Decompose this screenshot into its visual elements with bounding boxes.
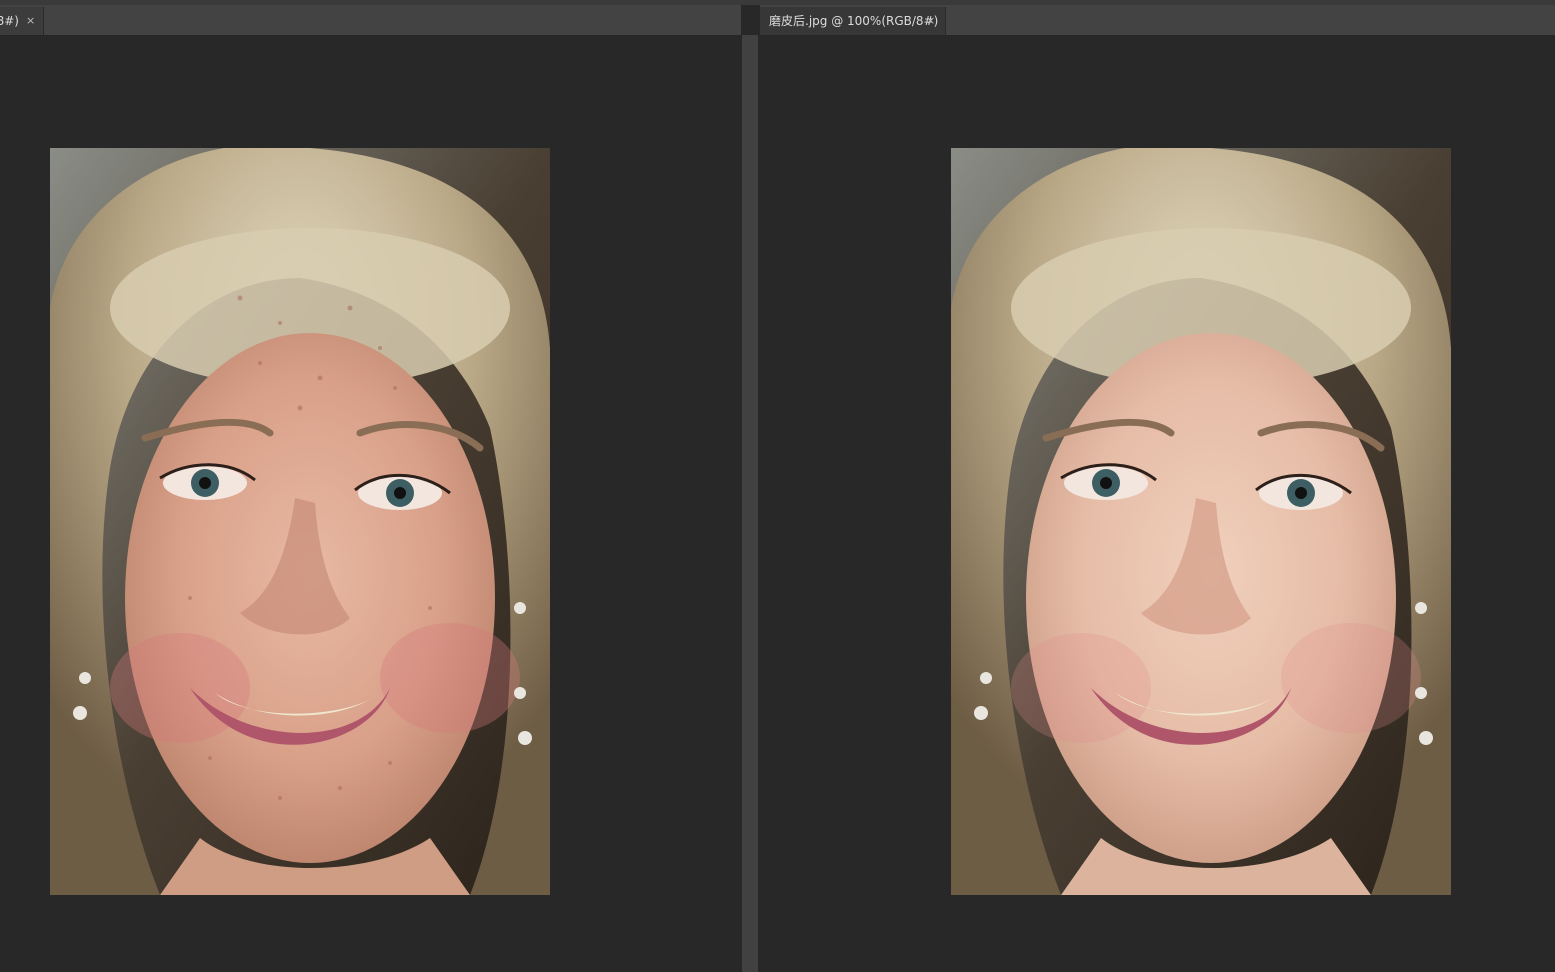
close-icon[interactable]: × — [26, 7, 35, 35]
document-tab-right[interactable]: 磨皮后.jpg @ 100%(RGB/8#) × — [760, 7, 946, 35]
tab-bar-left: /8#) × — [0, 5, 741, 36]
document-pane-left: /8#) × — [0, 5, 741, 972]
tab-title: 磨皮后.jpg @ 100%(RGB/8#) — [769, 14, 939, 28]
pane-splitter[interactable] — [741, 35, 760, 972]
tab-bar-right: 磨皮后.jpg @ 100%(RGB/8#) × — [760, 5, 1555, 36]
splitter-bar[interactable] — [742, 35, 758, 972]
document-canvas-image-before[interactable] — [50, 148, 550, 895]
document-pane-right: 磨皮后.jpg @ 100%(RGB/8#) × — [760, 5, 1555, 972]
document-canvas-image-after[interactable] — [951, 148, 1451, 895]
close-icon[interactable]: × — [926, 7, 935, 35]
portrait-after-image — [951, 148, 1451, 895]
portrait-before-image — [50, 148, 550, 895]
tab-title: /8#) — [0, 14, 19, 28]
document-tab-left[interactable]: /8#) × — [0, 7, 44, 35]
